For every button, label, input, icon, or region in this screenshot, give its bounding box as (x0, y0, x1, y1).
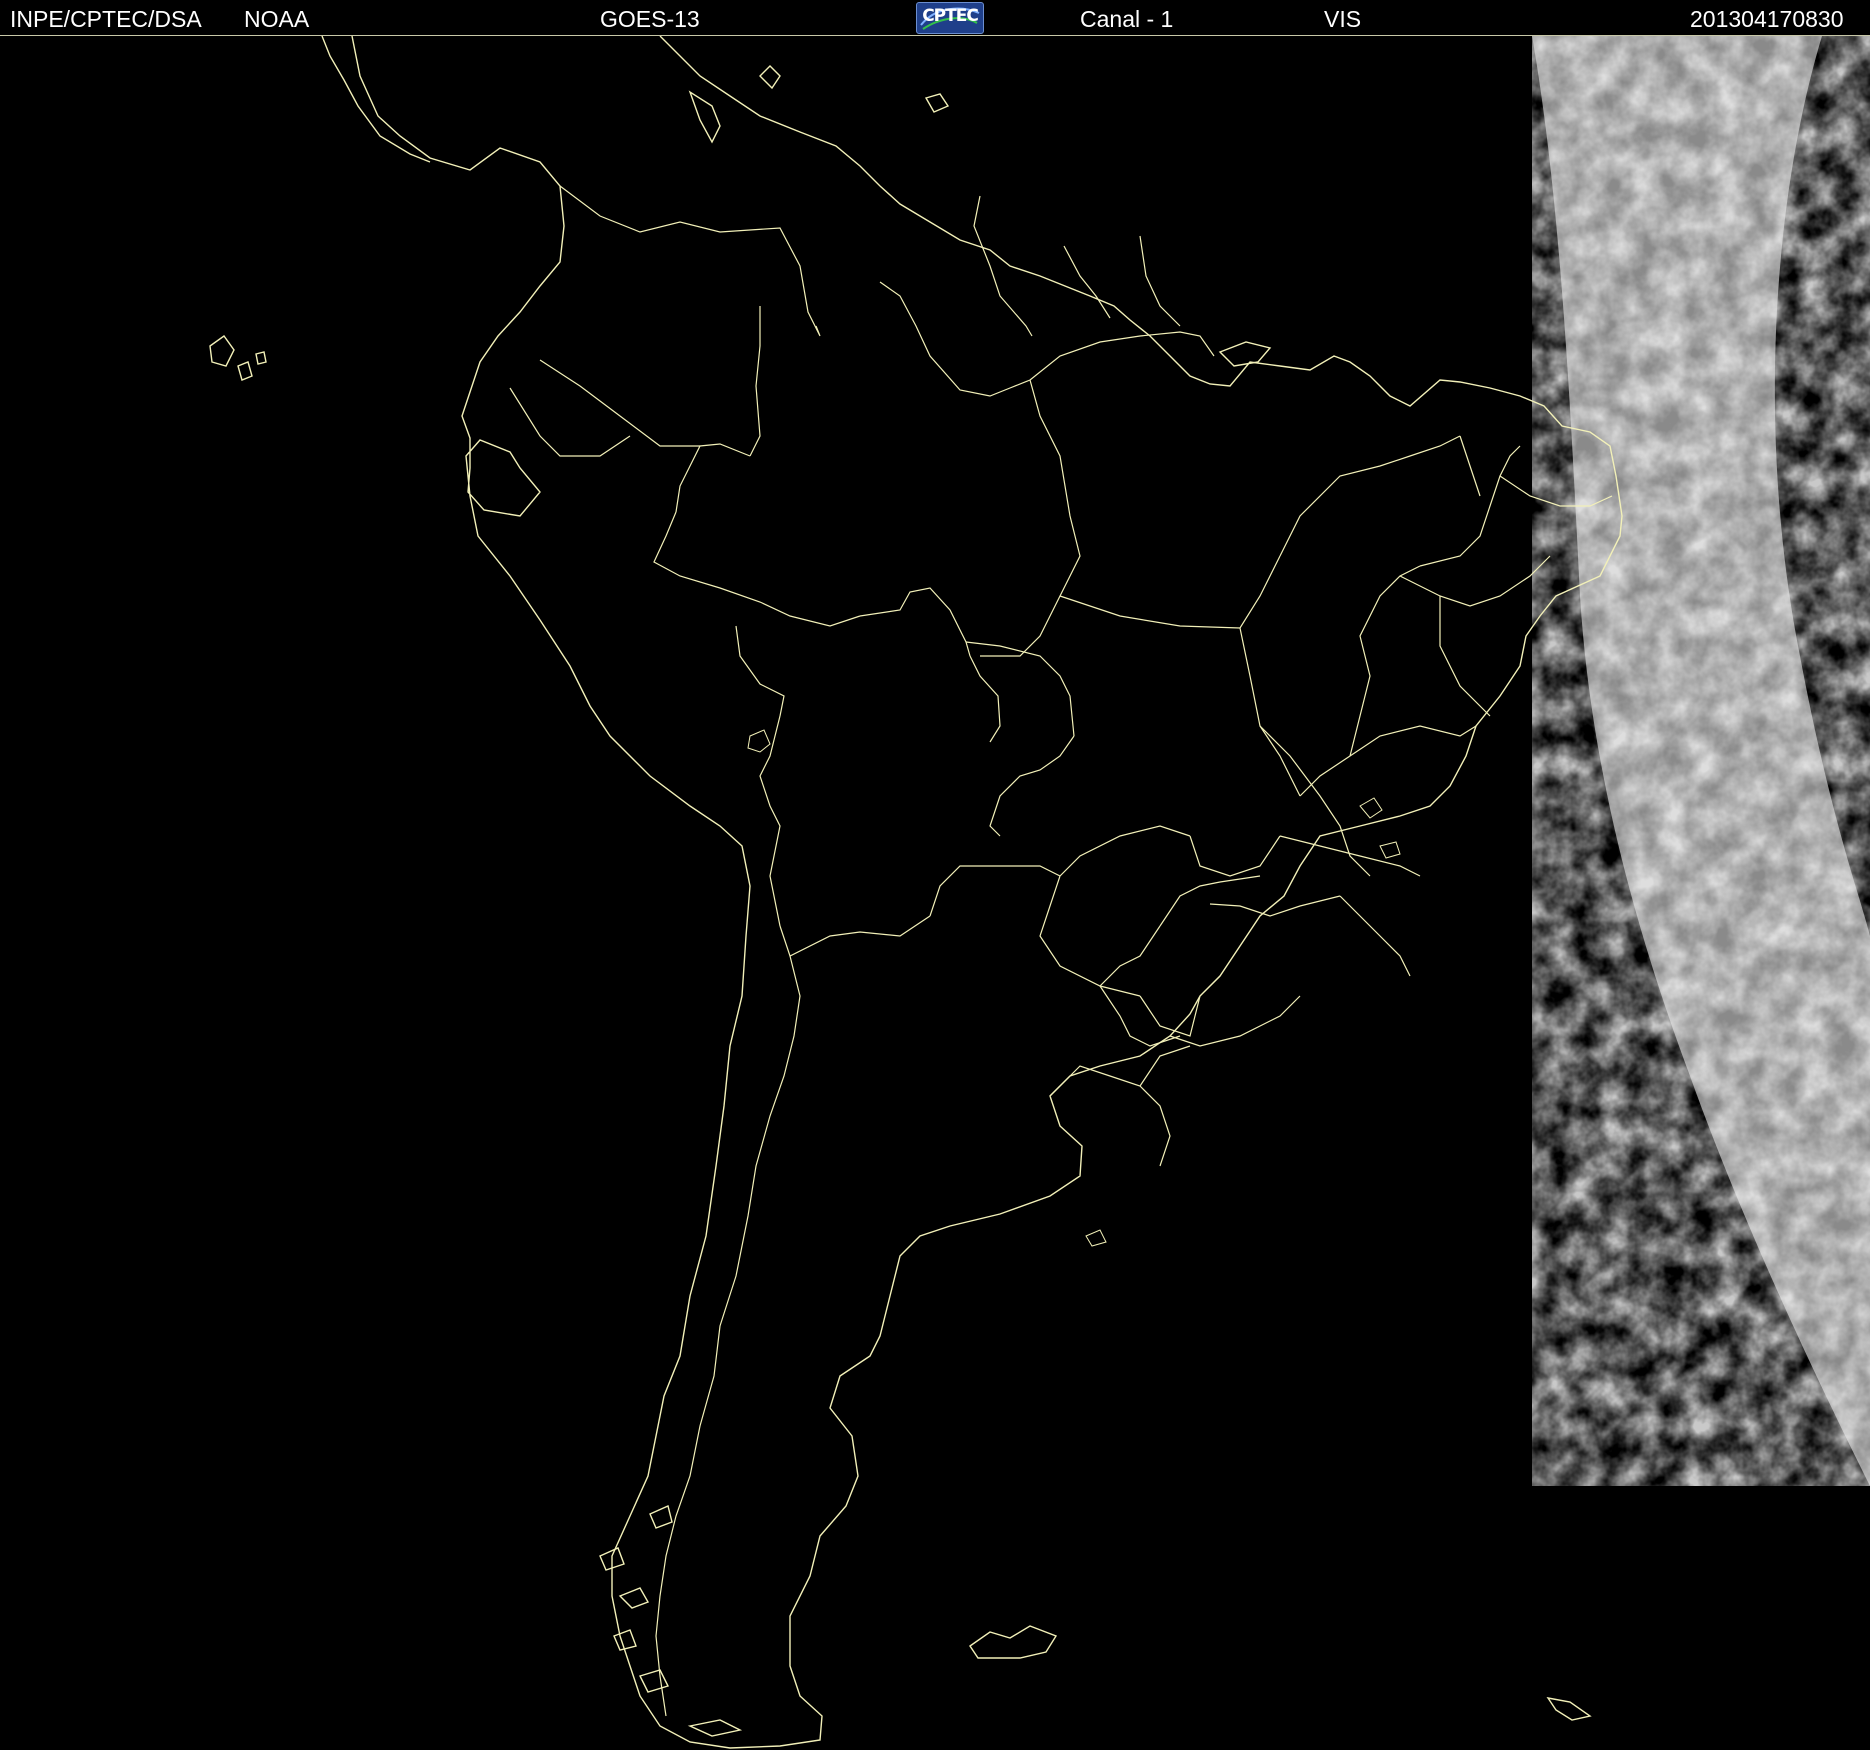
galapagos-islands (209, 335, 235, 367)
satellite-image-viewer: INPE/CPTEC/DSA NOAA GOES-13 CPTEC Canal … (0, 0, 1870, 1750)
border-colombia-brazil (749, 306, 761, 457)
cptec-logo: CPTEC (916, 2, 984, 34)
timestamp-label: 201304170830 (1690, 6, 1844, 32)
agency-label: NOAA (244, 6, 310, 32)
border-colombia-venezuela (559, 185, 821, 337)
border-paraguay (1139, 975, 1221, 1037)
map-area (0, 36, 1870, 1750)
header-bar: INPE/CPTEC/DSA NOAA GOES-13 CPTEC Canal … (0, 0, 1870, 36)
logo-text: CPTEC (922, 6, 979, 26)
border-venezuela-guyana (973, 195, 1033, 337)
border-venezuela-brazil (879, 281, 1031, 397)
border-bolivia-peru (759, 715, 781, 927)
coastline (209, 36, 1623, 1749)
source-label: INPE/CPTEC/DSA (10, 6, 202, 32)
border-bolivia-chile (779, 915, 931, 957)
border-brazil-bolivia (859, 587, 971, 657)
lakes (747, 729, 1401, 1247)
cloud-band (1532, 36, 1870, 1486)
border-peru-brazil (653, 511, 861, 627)
marajo-island (1218, 341, 1272, 367)
border-colombia-ecuador (539, 359, 700, 447)
political-borders (509, 185, 1613, 1717)
south-georgia (1546, 1697, 1592, 1721)
channel-label: Canal - 1 (1080, 6, 1174, 32)
band-label: VIS (1324, 6, 1362, 32)
falkland-islands (969, 1625, 1058, 1659)
satellite-label: GOES-13 (600, 6, 700, 32)
caribbean-islands (688, 90, 721, 144)
lake-titicaca (747, 729, 771, 753)
satellite-map (209, 36, 1870, 1749)
border-brazil-states-north (980, 379, 1081, 657)
south-america-coast (351, 36, 1623, 1749)
central-america-coast (321, 36, 431, 163)
